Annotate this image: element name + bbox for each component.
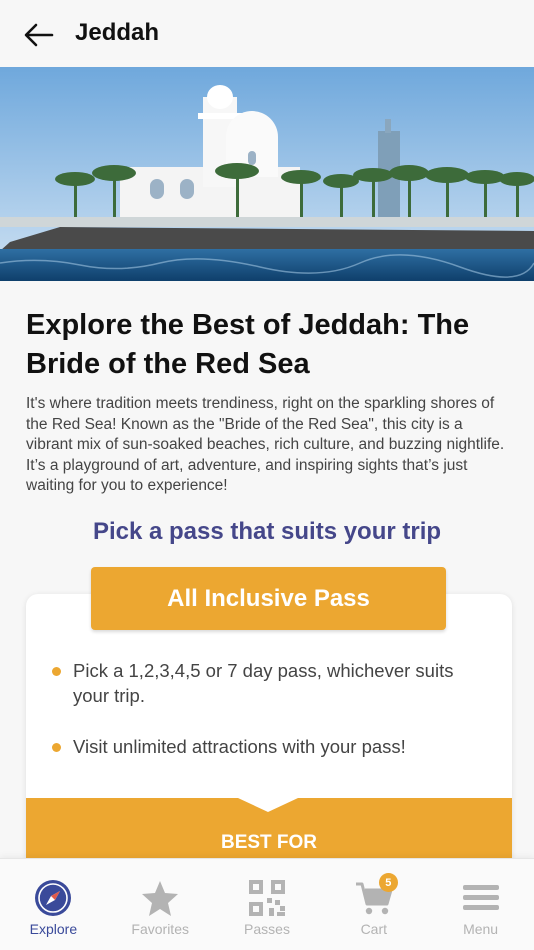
pass-card: Pick a 1,2,3,4,5 or 7 day pass, whicheve… — [26, 594, 512, 894]
nav-item-favorites[interactable]: Favorites — [107, 859, 214, 950]
nav-label: Explore — [29, 921, 78, 937]
best-for-label: BEST FOR — [220, 832, 318, 853]
nav-label: Passes — [244, 921, 290, 937]
pass-picker-title: Pick a pass that suits your trip — [92, 518, 442, 545]
intro-paragraph: It's where tradition meets trendiness, r… — [26, 395, 505, 494]
pass-feature-item: Visit unlimited attractions with your pa… — [52, 734, 483, 759]
bullet-dot — [52, 743, 61, 752]
bottom-navigation: Explore Favorites Passes 5 Cart Menu — [0, 858, 534, 950]
page-title: Jeddah — [75, 19, 160, 46]
arrow-left-icon — [24, 23, 54, 47]
pass-feature-item: Pick a 1,2,3,4,5 or 7 day pass, whicheve… — [52, 658, 483, 708]
nav-item-passes[interactable]: Passes — [214, 859, 321, 950]
nav-label: Cart — [360, 921, 388, 937]
all-inclusive-pass-button[interactable]: All Inclusive Pass — [91, 567, 446, 630]
nav-label: Favorites — [131, 921, 189, 937]
star-icon — [138, 876, 182, 920]
hamburger-menu-icon — [459, 876, 503, 920]
top-app-bar: Jeddah — [0, 0, 534, 67]
bullet-dot — [52, 667, 61, 676]
banner-notch — [238, 798, 298, 812]
pass-feature-text: Pick a 1,2,3,4,5 or 7 day pass, whicheve… — [73, 660, 454, 706]
intro-section: Explore the Best of Jeddah: The Bride of… — [26, 306, 508, 497]
nav-item-explore[interactable]: Explore — [0, 859, 107, 950]
cart-count-badge: 5 — [378, 873, 398, 892]
cart-icon: 5 — [352, 873, 398, 920]
compass-icon — [31, 876, 75, 920]
headline: Explore the Best of Jeddah: The Bride of… — [26, 309, 470, 380]
qr-code-icon — [245, 876, 289, 920]
pass-feature-text: Visit unlimited attractions with your pa… — [73, 736, 406, 757]
hero-image — [0, 67, 534, 281]
nav-item-cart[interactable]: 5 Cart — [320, 859, 427, 950]
screen: Jeddah Explore the Best of Jeddah: The B… — [0, 0, 534, 950]
nav-item-menu[interactable]: Menu — [427, 859, 534, 950]
back-button[interactable] — [22, 18, 56, 52]
nav-label: Menu — [463, 921, 499, 937]
